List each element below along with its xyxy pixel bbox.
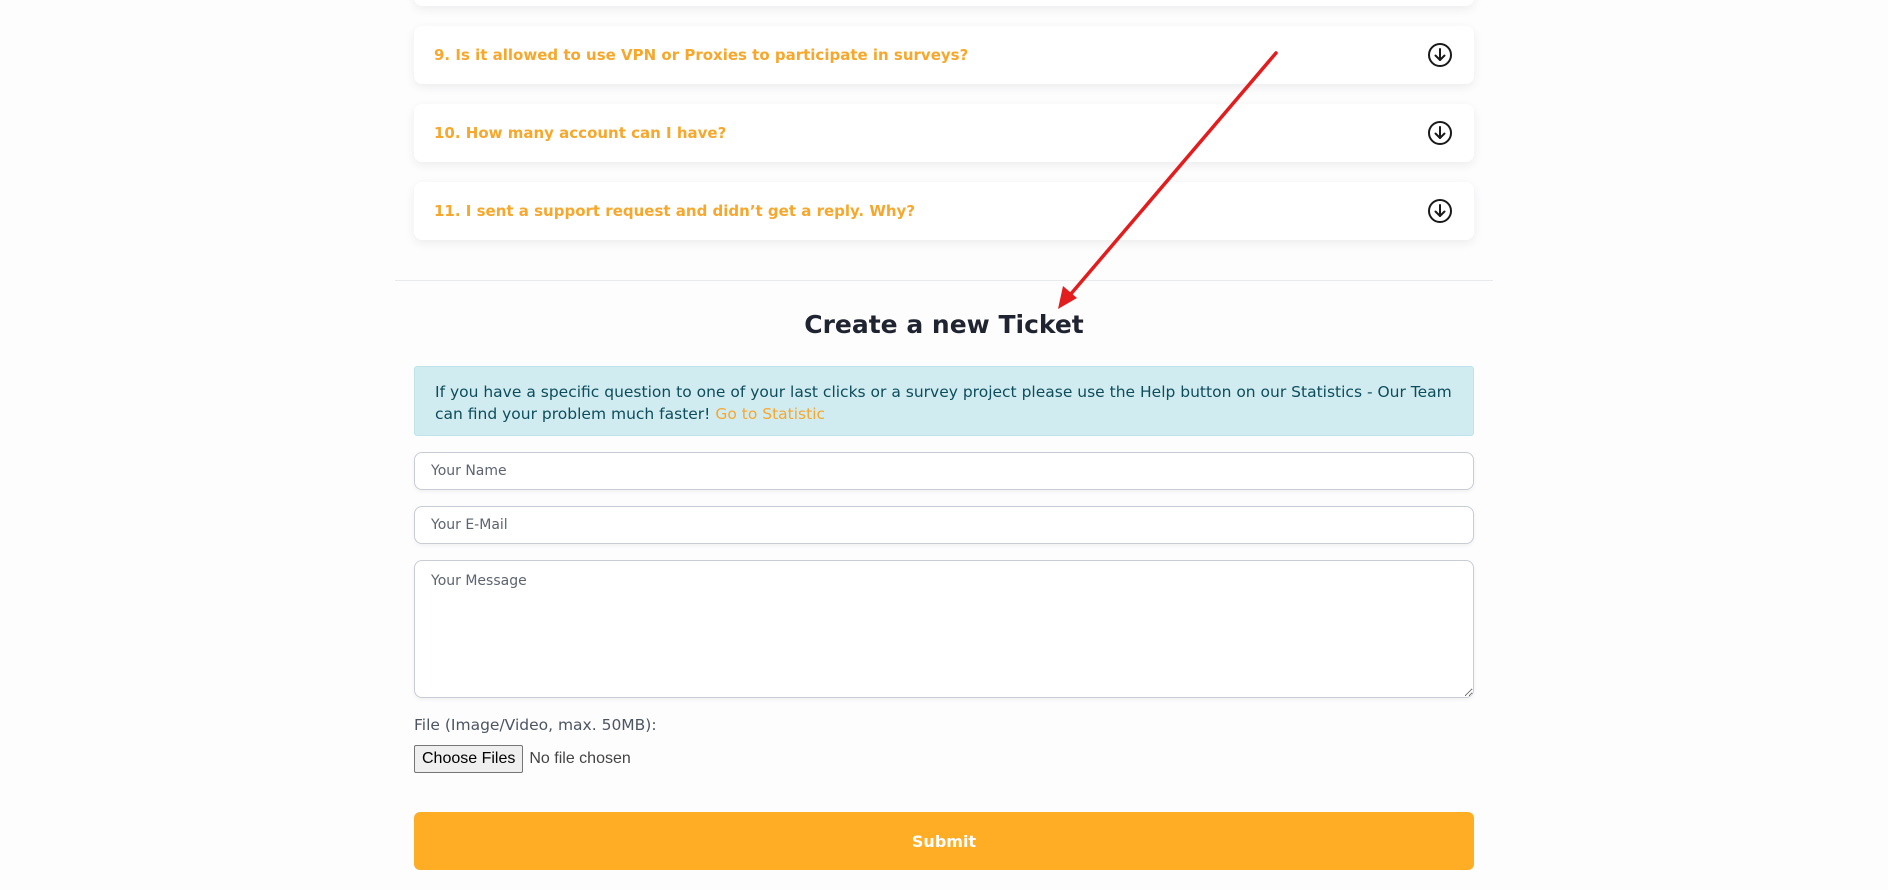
submit-button[interactable]: Submit xyxy=(414,812,1474,870)
faq-question: 10. How many account can I have? xyxy=(434,124,727,142)
section-divider xyxy=(395,280,1493,281)
ticket-section-title: Create a new Ticket xyxy=(804,310,1084,339)
email-field[interactable] xyxy=(414,506,1474,544)
name-field[interactable] xyxy=(414,452,1474,490)
faq-item-support-reply[interactable]: 11. I sent a support request and didn’t … xyxy=(414,182,1474,240)
file-status-text: No file chosen xyxy=(529,750,631,767)
file-upload-control: Choose Files No file chosen xyxy=(414,745,631,773)
go-to-statistic-link[interactable]: Go to Statistic xyxy=(715,405,825,423)
circle-arrow-down-icon[interactable] xyxy=(1427,42,1453,68)
faq-item-accounts[interactable]: 10. How many account can I have? xyxy=(414,104,1474,162)
circle-arrow-down-icon[interactable] xyxy=(1427,198,1453,224)
faq-question: 11. I sent a support request and didn’t … xyxy=(434,202,916,220)
faq-item-previous[interactable] xyxy=(414,0,1474,6)
file-upload-label: File (Image/Video, max. 50MB): xyxy=(414,716,657,734)
message-field[interactable] xyxy=(414,560,1474,698)
choose-files-button[interactable]: Choose Files xyxy=(414,745,524,773)
faq-item-vpn-proxies[interactable]: 9. Is it allowed to use VPN or Proxies t… xyxy=(414,26,1474,84)
info-alert-text: If you have a specific question to one o… xyxy=(435,383,1452,423)
circle-arrow-down-icon[interactable] xyxy=(1427,120,1453,146)
info-alert: If you have a specific question to one o… xyxy=(414,366,1474,436)
faq-question: 9. Is it allowed to use VPN or Proxies t… xyxy=(434,46,969,64)
